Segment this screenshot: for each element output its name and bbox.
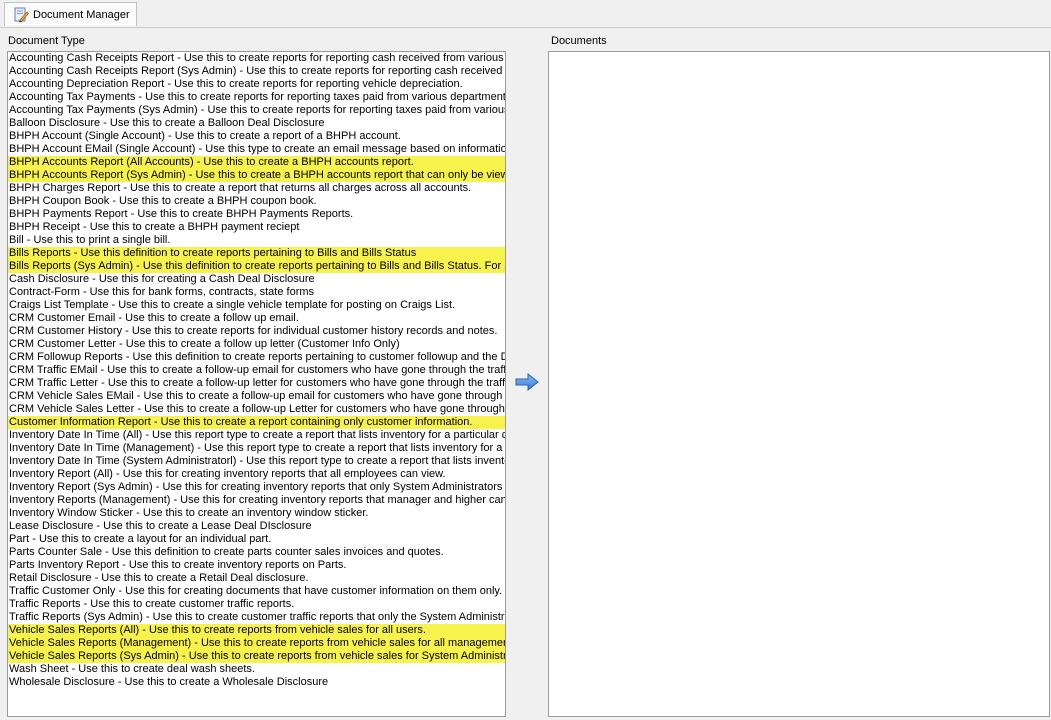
list-item[interactable]: Accounting Depreciation Report - Use thi… [8,78,505,91]
list-item[interactable]: Inventory Reports (Management) - Use thi… [8,494,505,507]
list-item[interactable]: Vehicle Sales Reports (Sys Admin) - Use … [8,650,505,663]
list-item[interactable]: CRM Vehicle Sales EMail - Use this to cr… [8,390,505,403]
list-item[interactable]: CRM Customer History - Use this to creat… [8,325,505,338]
list-item[interactable]: BHPH Payments Report - Use this to creat… [8,208,505,221]
list-item[interactable]: Lease Disclosure - Use this to create a … [8,520,505,533]
list-item[interactable]: CRM Customer Letter - Use this to create… [8,338,505,351]
list-item[interactable]: Contract-Form - Use this for bank forms,… [8,286,505,299]
list-item[interactable]: CRM Traffic Letter - Use this to create … [8,377,505,390]
list-item[interactable]: Inventory Report (All) - Use this for cr… [8,468,505,481]
list-item[interactable]: Parts Counter Sale - Use this definition… [8,546,505,559]
list-item[interactable]: Vehicle Sales Reports (All) - Use this t… [8,624,505,637]
document-type-label: Document Type [8,35,85,47]
list-item[interactable]: Customer Information Report - Use this t… [8,416,505,429]
list-item[interactable]: Traffic Customer Only - Use this for cre… [8,585,505,598]
list-item[interactable]: Bills Reports - Use this definition to c… [8,247,505,260]
list-item[interactable]: Traffic Reports - Use this to create cus… [8,598,505,611]
list-item[interactable]: Traffic Reports (Sys Admin) - Use this t… [8,611,505,624]
list-item[interactable]: Retail Disclosure - Use this to create a… [8,572,505,585]
list-item[interactable]: BHPH Receipt - Use this to create a BHPH… [8,221,505,234]
documents-label: Documents [551,35,607,47]
list-item[interactable]: Accounting Cash Receipts Report (Sys Adm… [8,65,505,78]
documents-list[interactable] [548,51,1050,717]
list-item[interactable]: BHPH Coupon Book - Use this to create a … [8,195,505,208]
list-item[interactable]: CRM Customer Email - Use this to create … [8,312,505,325]
tab-document-manager[interactable]: Document Manager [4,2,137,26]
list-item[interactable]: Bills Reports (Sys Admin) - Use this def… [8,260,505,273]
list-item[interactable]: Vehicle Sales Reports (Management) - Use… [8,637,505,650]
list-item[interactable]: Accounting Cash Receipts Report - Use th… [8,52,505,65]
list-item[interactable]: Cash Disclosure - Use this for creating … [8,273,505,286]
tab-strip: Document Manager [0,0,1051,28]
list-item[interactable]: Craigs List Template - Use this to creat… [8,299,505,312]
list-item[interactable]: Bill - Use this to print a single bill. [8,234,505,247]
list-item[interactable]: Inventory Date In Time (System Administr… [8,455,505,468]
document-manager-icon [13,7,29,23]
list-item[interactable]: Parts Inventory Report - Use this to cre… [8,559,505,572]
list-item[interactable]: Inventory Date In Time (Management) - Us… [8,442,505,455]
arrow-right-icon[interactable] [515,372,539,392]
list-item[interactable]: BHPH Accounts Report (All Accounts) - Us… [8,156,505,169]
list-item[interactable]: CRM Traffic EMail - Use this to create a… [8,364,505,377]
tab-label: Document Manager [33,8,130,21]
list-item[interactable]: BHPH Charges Report - Use this to create… [8,182,505,195]
list-item[interactable]: Inventory Window Sticker - Use this to c… [8,507,505,520]
list-item[interactable]: Balloon Disclosure - Use this to create … [8,117,505,130]
list-item[interactable]: CRM Followup Reports - Use this definiti… [8,351,505,364]
list-item[interactable]: Inventory Report (Sys Admin) - Use this … [8,481,505,494]
list-item[interactable]: Accounting Tax Payments - Use this to cr… [8,91,505,104]
list-item[interactable]: Inventory Date In Time (All) - Use this … [8,429,505,442]
list-item[interactable]: BHPH Account (Single Account) - Use this… [8,130,505,143]
list-item[interactable]: BHPH Account EMail (Single Account) - Us… [8,143,505,156]
list-item[interactable]: Wash Sheet - Use this to create deal was… [8,663,505,676]
list-item[interactable]: Wholesale Disclosure - Use this to creat… [8,676,505,689]
list-item[interactable]: Part - Use this to create a layout for a… [8,533,505,546]
document-type-list[interactable]: Accounting Cash Receipts Report - Use th… [7,51,506,717]
list-item[interactable]: Accounting Tax Payments (Sys Admin) - Us… [8,104,505,117]
list-item[interactable]: BHPH Accounts Report (Sys Admin) - Use t… [8,169,505,182]
list-item[interactable]: CRM Vehicle Sales Letter - Use this to c… [8,403,505,416]
